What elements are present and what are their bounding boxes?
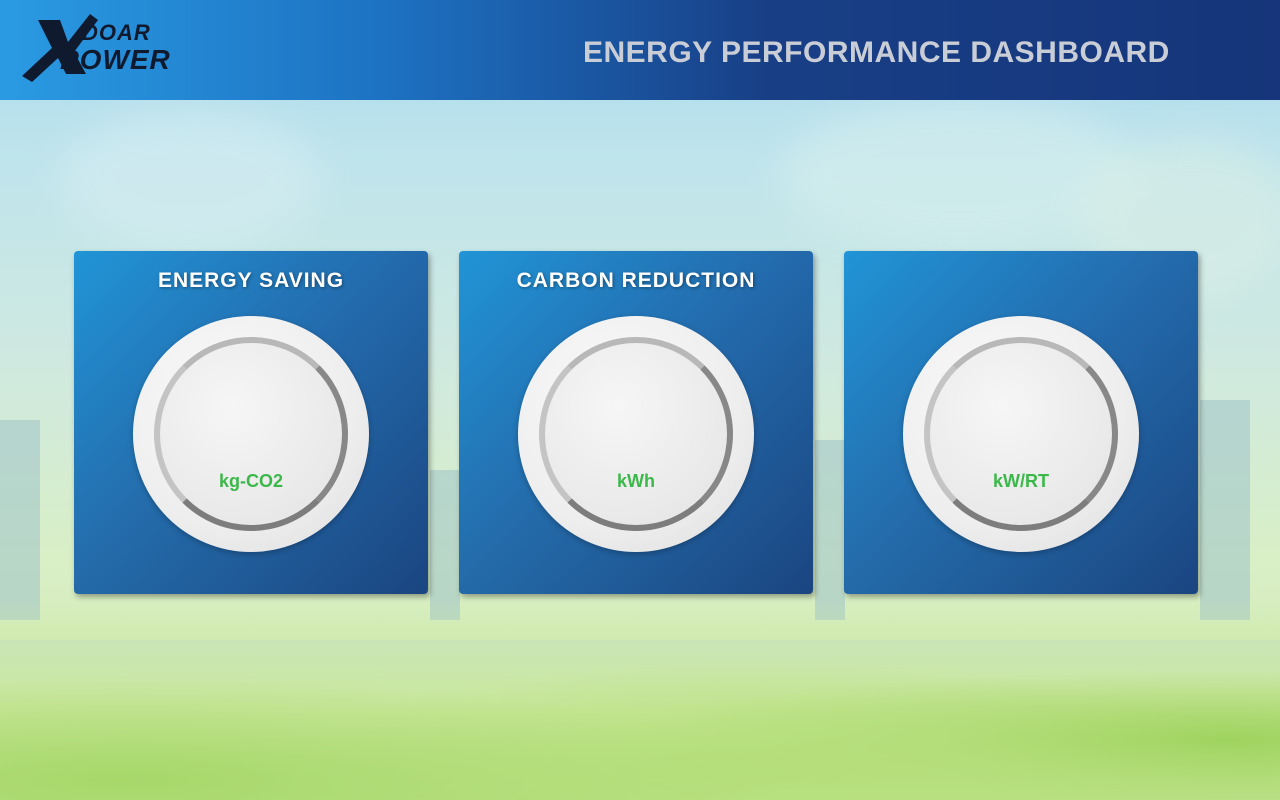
gauge-unit-label: kW/RT <box>993 471 1049 491</box>
gauge-ring <box>154 337 348 531</box>
xdoar-power-logo-icon: DOAR POWER <box>22 14 171 82</box>
gauge-ring <box>539 337 733 531</box>
background-grass <box>0 600 1280 800</box>
carbon-reduction-card: CARBON REDUCTION kWh <box>459 251 813 594</box>
background-cloud <box>60 110 320 250</box>
card-title <box>844 269 1198 295</box>
efficiency-card: kW/RT <box>844 251 1198 594</box>
header-bar: DOAR POWER ENERGY PERFORMANCE DASHBOARD <box>0 0 1280 100</box>
background-building <box>430 470 460 620</box>
dashboard-page: DOAR POWER ENERGY PERFORMANCE DASHBOARD … <box>0 0 1280 800</box>
gauge-ring <box>924 337 1118 531</box>
svg-text:POWER: POWER <box>60 44 171 75</box>
dashboard-title: ENERGY PERFORMANCE DASHBOARD <box>583 36 1170 69</box>
brand-logo[interactable]: DOAR POWER <box>20 12 190 87</box>
background-building <box>1200 400 1250 620</box>
background-building <box>0 420 40 620</box>
gauge-unit-label: kWh <box>617 471 655 491</box>
card-title: ENERGY SAVING <box>157 269 345 292</box>
background-building <box>815 440 845 620</box>
gauge-dial: kWh <box>518 316 754 552</box>
svg-text:DOAR: DOAR <box>82 20 151 45</box>
gauge-dial: kg-CO2 <box>133 316 369 552</box>
energy-saving-card: ENERGY SAVING kg-CO2 <box>74 251 428 594</box>
gauge-unit-label: kg-CO2 <box>218 471 283 491</box>
gauge-dial: kW/RT <box>903 316 1139 552</box>
card-title: CARBON REDUCTION <box>516 269 756 292</box>
